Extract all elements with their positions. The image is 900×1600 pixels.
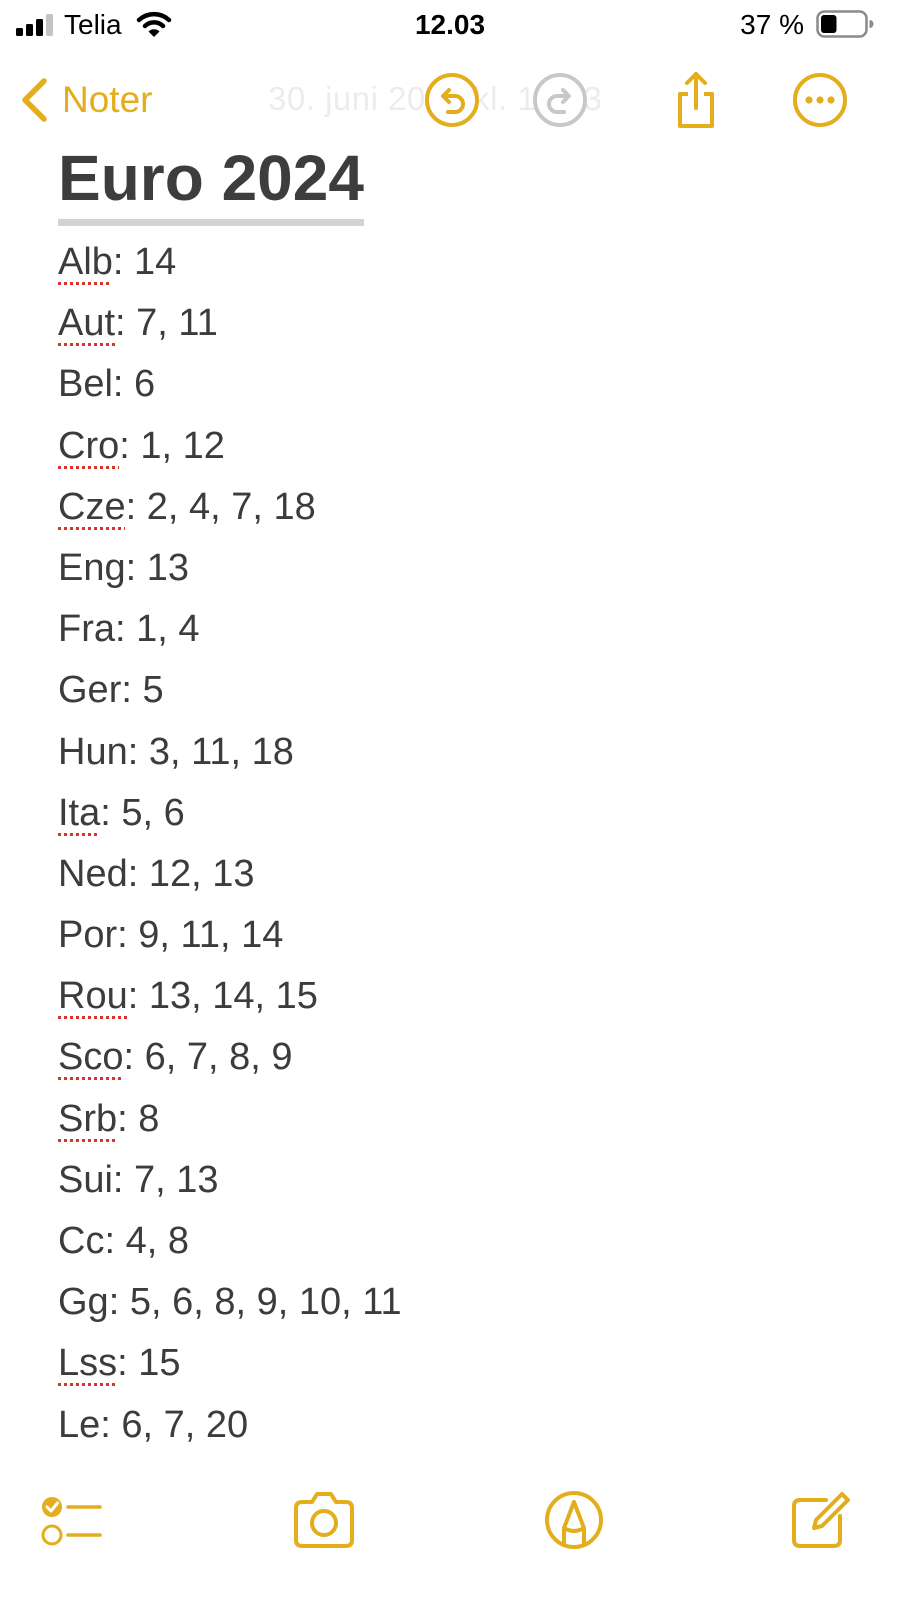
compose-icon bbox=[792, 1492, 850, 1548]
team-abbreviation: Sui bbox=[58, 1158, 113, 1201]
team-abbreviation: Hun bbox=[58, 730, 128, 773]
team-numbers: : 12, 13 bbox=[127, 852, 255, 895]
note-line[interactable]: Cze: 2, 4, 7, 18 bbox=[58, 478, 858, 539]
redo-icon bbox=[533, 73, 587, 127]
team-abbreviation: Ger bbox=[58, 669, 122, 712]
markup-button[interactable] bbox=[540, 1488, 608, 1552]
team-numbers: : 13, 14, 15 bbox=[127, 975, 318, 1018]
bottom-toolbar bbox=[0, 1480, 900, 1560]
note-line[interactable]: Cro: 1, 12 bbox=[58, 417, 858, 478]
notes-screen: Telia 12.03 37 % Noter 30. juni 2024 kl.… bbox=[0, 0, 900, 1600]
note-line[interactable]: Aut: 7, 11 bbox=[58, 294, 858, 355]
battery-icon bbox=[816, 10, 874, 38]
team-numbers: : 15 bbox=[117, 1342, 181, 1385]
note-title[interactable]: Euro 2024 bbox=[58, 140, 364, 226]
chevron-left-icon bbox=[22, 78, 47, 122]
camera-icon bbox=[294, 1492, 354, 1548]
team-abbreviation: Sco bbox=[58, 1036, 124, 1079]
undo-icon bbox=[425, 73, 479, 127]
team-numbers: : 5, 6, 8, 9, 10, 11 bbox=[108, 1281, 402, 1324]
team-numbers: : 14 bbox=[112, 241, 177, 283]
team-abbreviation: Bel bbox=[58, 363, 113, 406]
markup-icon bbox=[545, 1491, 603, 1549]
team-abbreviation: Cro bbox=[58, 424, 120, 467]
note-line[interactable]: Alb: 14 bbox=[58, 233, 858, 294]
note-line[interactable]: Por: 9, 11, 14 bbox=[58, 906, 858, 967]
note-line[interactable]: Eng: 13 bbox=[58, 539, 858, 600]
undo-button[interactable] bbox=[422, 70, 482, 130]
camera-button[interactable] bbox=[290, 1488, 358, 1552]
share-button[interactable] bbox=[666, 70, 726, 130]
note-line[interactable]: Ned: 12, 13 bbox=[58, 845, 858, 906]
team-abbreviation: Rou bbox=[58, 975, 128, 1018]
team-abbreviation: Srb bbox=[58, 1097, 118, 1140]
note-line[interactable]: Cc: 4, 8 bbox=[58, 1212, 858, 1273]
note-line[interactable]: Sui: 7, 13 bbox=[58, 1151, 858, 1212]
team-numbers: : 5, 6 bbox=[100, 791, 185, 834]
team-abbreviation: Lss bbox=[58, 1342, 118, 1385]
note-line[interactable]: Ger: 5 bbox=[58, 661, 858, 722]
team-numbers: : 1, 4 bbox=[115, 608, 200, 651]
team-numbers: : 5 bbox=[121, 669, 164, 712]
note-line[interactable]: Ita: 5, 6 bbox=[58, 784, 858, 845]
team-abbreviation: Fra bbox=[58, 608, 115, 651]
team-abbreviation: Gg bbox=[58, 1281, 109, 1324]
note-line[interactable]: Rou: 13, 14, 15 bbox=[58, 967, 858, 1028]
team-abbreviation: Ita bbox=[58, 791, 101, 834]
note-line[interactable]: Lss: 15 bbox=[58, 1334, 858, 1395]
team-numbers: : 2, 4, 7, 18 bbox=[125, 485, 316, 528]
team-abbreviation: Cc bbox=[58, 1220, 105, 1262]
note-line[interactable]: Gg: 5, 6, 8, 9, 10, 11 bbox=[58, 1273, 858, 1334]
checklist-button[interactable] bbox=[38, 1488, 106, 1552]
note-line[interactable]: Srb: 8 bbox=[58, 1090, 858, 1151]
note-line[interactable]: Fra: 1, 4 bbox=[58, 600, 858, 661]
team-numbers: : 4, 8 bbox=[104, 1220, 189, 1262]
note-line[interactable]: Le: 6, 7, 20 bbox=[58, 1396, 858, 1457]
note-line[interactable]: Hun: 3, 11, 18 bbox=[58, 723, 858, 784]
team-abbreviation: Por bbox=[58, 914, 118, 957]
team-numbers: : 7, 11 bbox=[115, 302, 218, 345]
status-bar: Telia 12.03 37 % bbox=[0, 0, 900, 52]
team-abbreviation: Alb bbox=[58, 241, 113, 283]
more-icon bbox=[793, 73, 847, 127]
team-abbreviation: Cze bbox=[58, 485, 126, 528]
compose-button[interactable] bbox=[786, 1488, 854, 1552]
team-numbers: : 6, 7, 20 bbox=[100, 1403, 249, 1446]
more-button[interactable] bbox=[790, 70, 850, 130]
team-abbreviation: Ned bbox=[58, 852, 128, 895]
redo-button[interactable] bbox=[530, 70, 590, 130]
note-line[interactable]: Bel: 6 bbox=[58, 355, 858, 416]
note-line[interactable]: Sco: 6, 7, 8, 9 bbox=[58, 1028, 858, 1089]
nav-bar: Noter 30. juni 2024 kl. 12.03 bbox=[0, 60, 900, 140]
team-numbers: : 6 bbox=[112, 363, 156, 406]
checklist-icon bbox=[41, 1497, 102, 1546]
note-body[interactable]: Alb: 14 Aut: 7, 11 Bel: 6 Cro: 1, 12 Cze: 2,… bbox=[58, 233, 858, 1457]
team-numbers: : 13 bbox=[125, 546, 190, 589]
team-numbers: : 9, 11, 14 bbox=[117, 914, 284, 957]
team-numbers: : 8 bbox=[117, 1097, 160, 1140]
team-abbreviation: Aut bbox=[58, 302, 116, 345]
back-label: Noter bbox=[62, 79, 153, 120]
team-numbers: : 7, 13 bbox=[112, 1158, 219, 1201]
team-numbers: : 6, 7, 8, 9 bbox=[123, 1036, 293, 1079]
team-abbreviation: Eng bbox=[58, 546, 126, 589]
team-numbers: : 3, 11, 18 bbox=[127, 730, 294, 773]
back-button[interactable]: Noter bbox=[18, 74, 152, 126]
battery-percent: 37 % bbox=[740, 9, 804, 40]
team-abbreviation: Le bbox=[58, 1403, 101, 1446]
team-numbers: : 1, 12 bbox=[119, 424, 225, 467]
share-icon bbox=[678, 72, 714, 128]
